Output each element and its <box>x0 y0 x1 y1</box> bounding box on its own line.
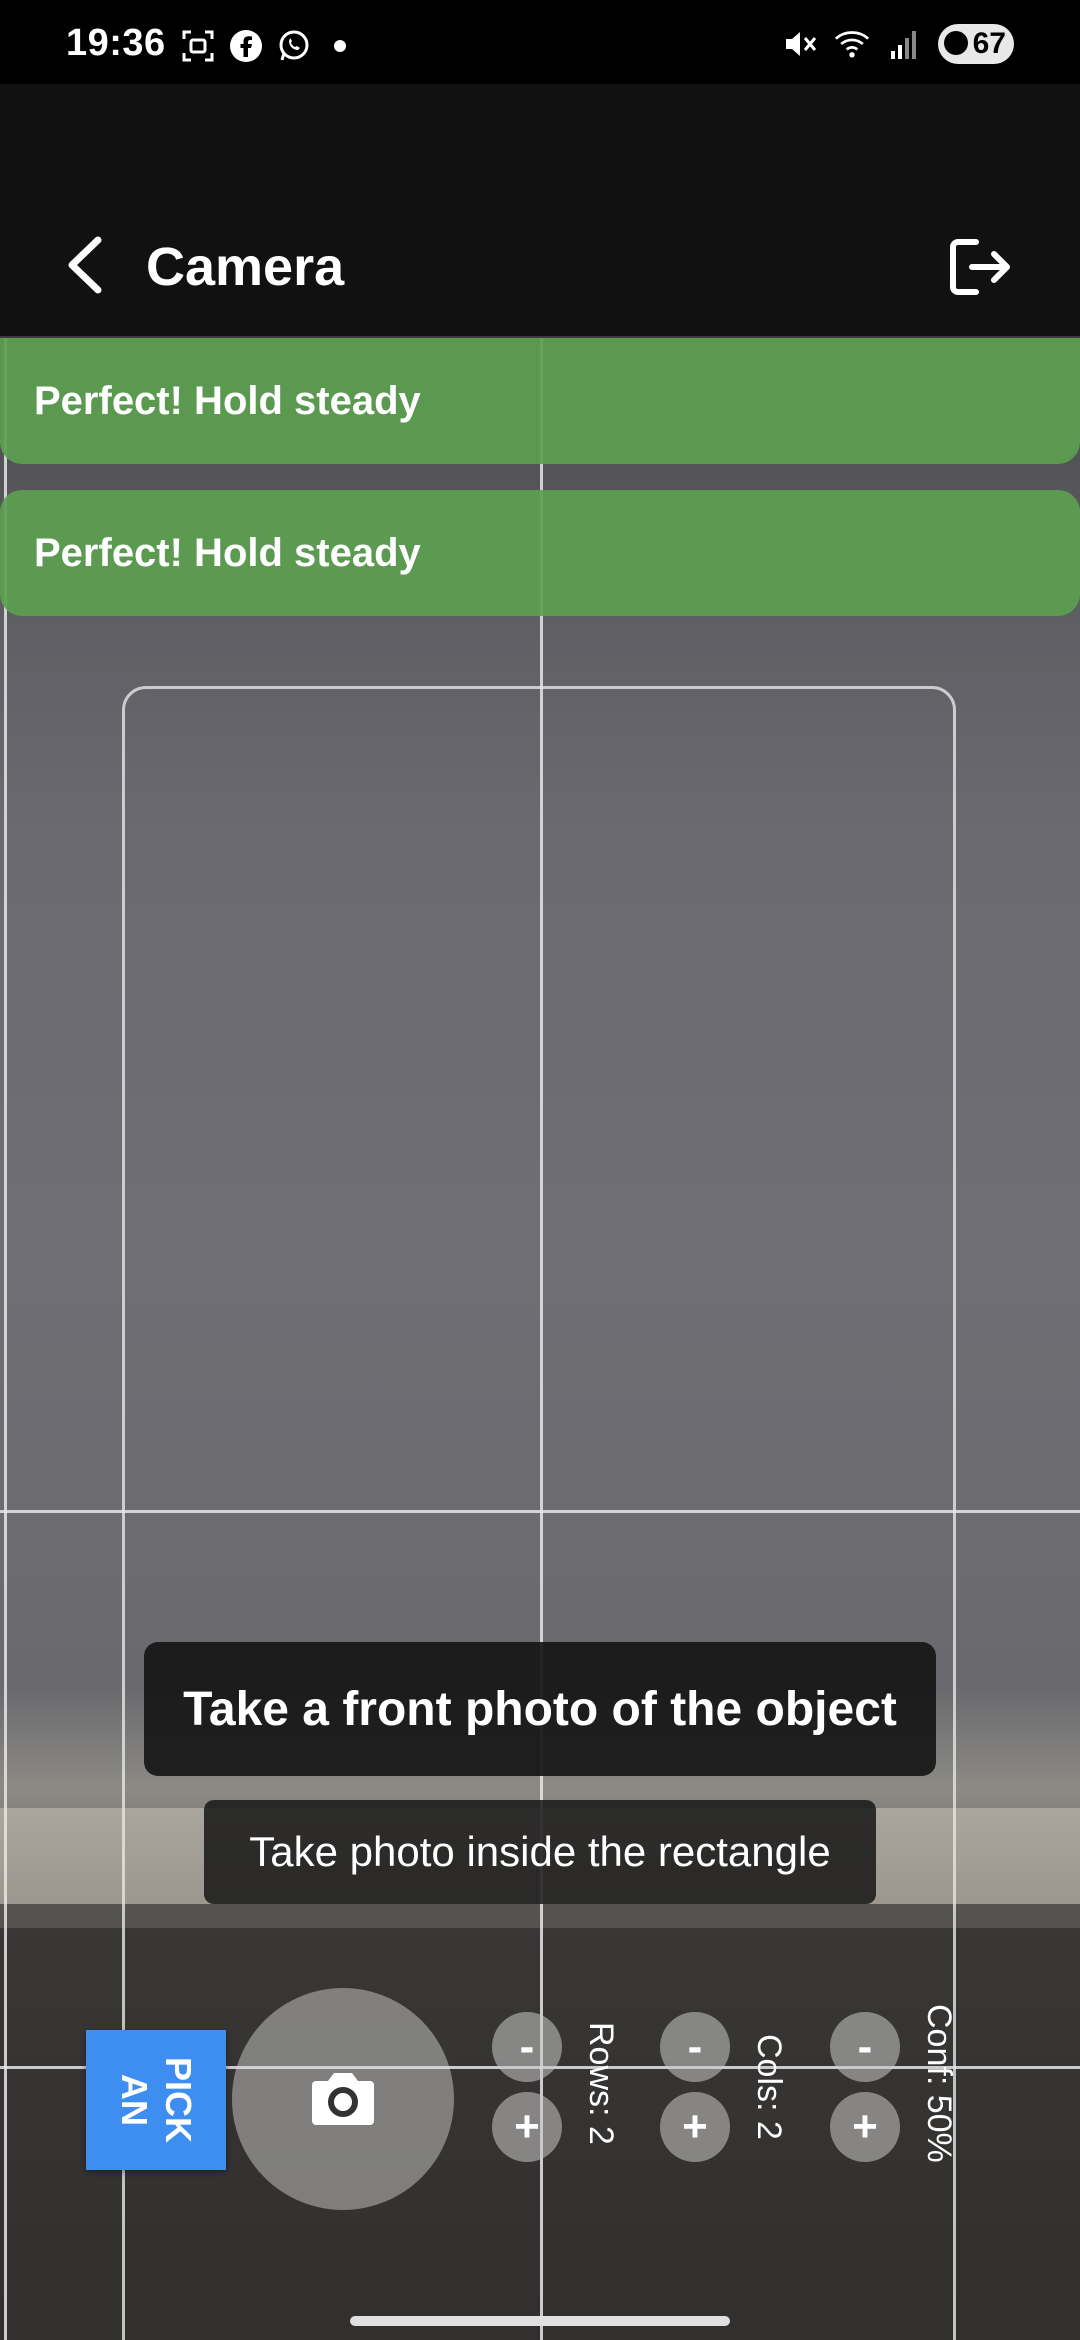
shutter-button[interactable] <box>232 1988 454 2210</box>
page-title: Camera <box>146 237 345 297</box>
logout-icon <box>950 239 1010 295</box>
facebook-icon <box>228 28 264 64</box>
signal-icon <box>886 26 922 62</box>
pick-button[interactable]: PICK AN <box>86 2030 226 2170</box>
instruction-subhint: Take photo inside the rectangle <box>204 1800 876 1904</box>
rows-increase-button[interactable]: + <box>492 2092 562 2162</box>
home-indicator[interactable] <box>350 2316 730 2326</box>
whatsapp-icon <box>276 28 312 64</box>
dot-icon <box>334 40 346 52</box>
conf-increase-button[interactable]: + <box>830 2092 900 2162</box>
status-bar: 19:36 67 <box>0 0 1080 84</box>
cols-label: Cols: 2 <box>750 2034 788 2140</box>
back-button[interactable] <box>58 230 114 300</box>
instruction-hint: Take a front photo of the object <box>144 1642 936 1776</box>
wifi-icon <box>834 26 870 62</box>
screenshot-icon <box>180 28 216 64</box>
status-banner: Perfect! Hold steady <box>0 338 1080 464</box>
battery-icon: 67 <box>938 24 1014 64</box>
status-icons-left <box>180 26 346 66</box>
logout-button[interactable] <box>944 232 1014 302</box>
rows-label: Rows: 2 <box>582 2022 620 2145</box>
rows-decrease-button[interactable]: - <box>492 2012 562 2082</box>
conf-label: Conf: 50% <box>920 2004 958 2163</box>
battery-level: 67 <box>972 27 1006 60</box>
chevron-left-icon <box>68 236 102 294</box>
mute-icon <box>782 26 818 62</box>
app-bar <box>0 84 1080 338</box>
status-banner: Perfect! Hold steady <box>0 490 1080 616</box>
status-time: 19:36 <box>66 22 166 64</box>
conf-decrease-button[interactable]: - <box>830 2012 900 2082</box>
pick-button-label: PICK AN <box>113 2056 199 2144</box>
camera-icon <box>312 2073 374 2125</box>
grid-line-vertical <box>4 338 7 2340</box>
cols-decrease-button[interactable]: - <box>660 2012 730 2082</box>
status-icons-right: 67 <box>782 24 1014 64</box>
cols-increase-button[interactable]: + <box>660 2092 730 2162</box>
